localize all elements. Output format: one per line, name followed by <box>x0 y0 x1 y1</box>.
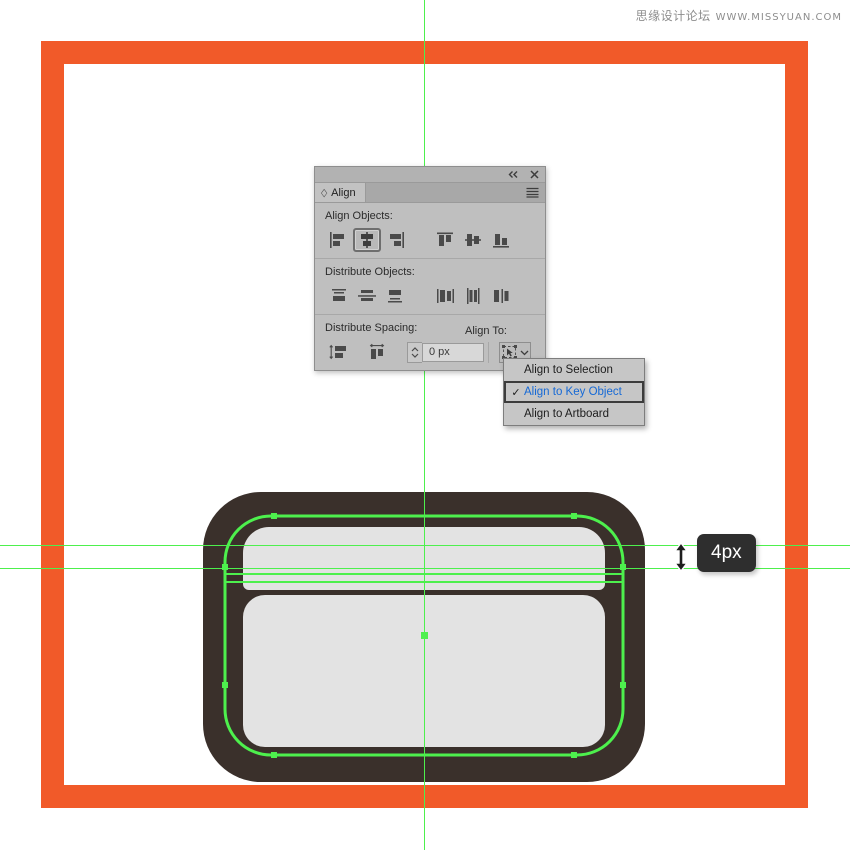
spacing-input-value: 0 px <box>429 346 450 358</box>
section-distribute-objects: Distribute Objects: <box>315 259 545 315</box>
watermark-cn: 思缘设计论坛 <box>635 9 711 23</box>
align-left-button[interactable] <box>325 228 353 252</box>
hamburger-menu-icon[interactable] <box>520 183 545 202</box>
spacing-row-labels: Distribute Spacing: Align To: <box>325 322 535 340</box>
close-icon[interactable] <box>529 169 540 180</box>
menu-item-label: Align to Key Object <box>524 386 622 398</box>
horizontal-distribute-spacing-button[interactable] <box>363 340 391 364</box>
menu-item-align-to-selection[interactable]: Align to Selection <box>504 359 644 381</box>
align-to-dropdown-menu[interactable]: Align to Selection ✓ Align to Key Object… <box>503 358 645 426</box>
measurement-badge: 4px <box>697 534 756 572</box>
align-top-icon <box>437 232 453 246</box>
tab-align[interactable]: ◇ Align <box>315 183 366 202</box>
distribute-vcenter-icon <box>358 290 376 301</box>
distribute-bottom-button[interactable] <box>381 284 409 308</box>
distribute-left-icon <box>437 289 454 303</box>
align-to-label: Align To: <box>465 325 507 337</box>
panel-body: Align Objects: Distribute Objects: Distr… <box>315 203 545 370</box>
section-align-objects: Align Objects: <box>315 203 545 259</box>
align-center-button[interactable] <box>353 228 381 252</box>
align-panel[interactable]: ◇ Align Align Objects: Distribute Object… <box>314 166 546 371</box>
tab-diamond-icon: ◇ <box>321 186 328 199</box>
distribute-objects-label: Distribute Objects: <box>325 266 415 278</box>
distribute-right-icon <box>494 289 509 303</box>
distribute-spacing-label: Distribute Spacing: <box>325 322 418 334</box>
menu-item-align-to-artboard[interactable]: Align to Artboard <box>504 403 644 425</box>
menu-item-align-to-key-object[interactable]: ✓ Align to Key Object <box>504 381 644 403</box>
distribute-right-button[interactable] <box>487 284 515 308</box>
align-middle-icon <box>465 234 481 246</box>
watermark-url: WWW.MISSYUAN.COM <box>715 12 842 23</box>
vertical-resize-cursor-icon <box>673 542 689 572</box>
align-objects-label: Align Objects: <box>325 210 393 222</box>
align-bottom-icon <box>493 234 509 248</box>
menu-item-label: Align to Selection <box>524 364 613 376</box>
distribute-hcenter-icon <box>467 288 480 304</box>
measurement-value: 4px <box>711 542 742 563</box>
guide-vertical-center <box>424 0 425 850</box>
distribute-bottom-icon <box>388 290 402 303</box>
collapse-icon[interactable] <box>508 169 519 180</box>
stepper-updown-icon[interactable] <box>407 341 422 363</box>
watermark: 思缘设计论坛 WWW.MISSYUAN.COM <box>636 7 842 24</box>
chevron-down-icon <box>520 350 528 355</box>
spacing-stepper[interactable]: 0 px <box>407 341 484 363</box>
tab-align-label: Align <box>331 186 356 199</box>
distribute-vcenter-button[interactable] <box>353 284 381 308</box>
distribute-hcenter-button[interactable] <box>459 284 487 308</box>
align-middle-button[interactable] <box>459 228 487 252</box>
align-center-icon <box>361 232 373 248</box>
align-right-icon <box>390 232 404 248</box>
align-left-icon <box>330 232 344 248</box>
spacing-input[interactable]: 0 px <box>422 342 484 362</box>
distribute-objects-buttons <box>325 284 535 308</box>
vertical-distribute-spacing-button[interactable] <box>325 340 353 364</box>
vspace-icon <box>329 344 346 360</box>
menu-item-label: Align to Artboard <box>524 408 610 420</box>
align-right-button[interactable] <box>381 228 409 252</box>
panel-titlebar[interactable] <box>315 167 545 183</box>
align-objects-buttons <box>325 228 535 252</box>
align-bottom-button[interactable] <box>487 228 515 252</box>
align-top-button[interactable] <box>431 228 459 252</box>
distribute-top-icon <box>332 289 346 301</box>
panel-tabbar[interactable]: ◇ Align <box>315 183 545 203</box>
distribute-top-button[interactable] <box>325 284 353 308</box>
distribute-left-button[interactable] <box>431 284 459 308</box>
hspace-icon <box>369 343 385 359</box>
menu-check-mark: ✓ <box>511 386 521 399</box>
spacing-controls: 0 px <box>325 340 484 364</box>
